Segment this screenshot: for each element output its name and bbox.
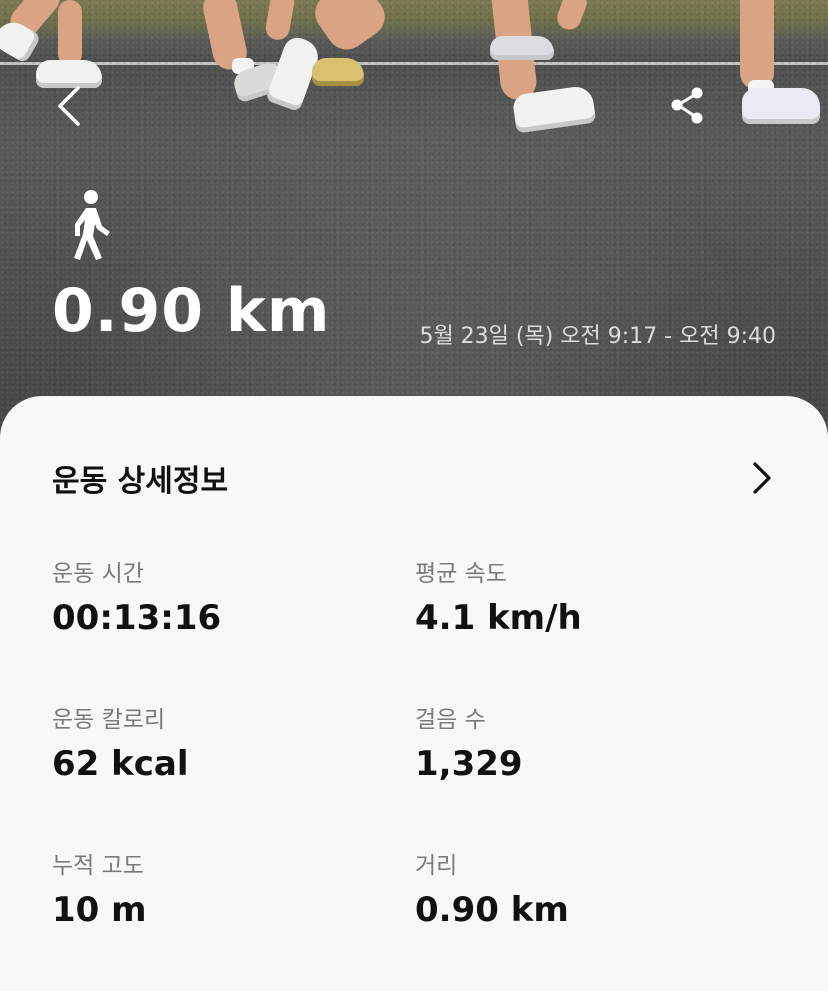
chevron-left-icon [58,86,80,126]
stat-label: 누적 고도 [52,853,144,879]
stat-label: 운동 칼로리 [52,707,166,733]
chevron-right-icon [753,462,771,494]
stat-average-speed: 평균 속도 4.1 km/h [415,558,755,638]
stat-steps: 걸음 수 1,329 [415,704,755,784]
stat-value: 0.90 km [415,890,569,930]
share-icon [671,87,703,124]
stat-exercise-time: 운동 시간 00:13:16 [52,558,392,638]
stat-value: 10 m [52,890,147,930]
workout-details-header[interactable]: 운동 상세정보 [0,448,828,504]
stat-value: 00:13:16 [52,598,222,638]
back-button[interactable] [48,80,92,132]
workout-detail-screen: 0.90 km 5월 23일 (목) 오전 9:17 - 오전 9:40 운동 … [0,0,828,991]
stat-distance: 거리 0.90 km [415,850,755,930]
workout-details-title: 운동 상세정보 [52,464,229,499]
workout-details-more-button[interactable] [744,458,778,498]
stat-label: 걸음 수 [415,707,486,733]
workout-details-card: 운동 상세정보 운동 시간 00:13:16 평균 속도 4.1 km/h 운동… [0,396,828,991]
workout-date-range: 5월 23일 (목) 오전 9:17 - 오전 9:40 [419,324,776,349]
total-distance: 0.90 km [52,276,331,346]
stat-elevation-gain: 누적 고도 10 m [52,850,392,930]
stat-label: 거리 [415,853,458,879]
stat-calories: 운동 칼로리 62 kcal [52,704,392,784]
stat-value: 4.1 km/h [415,598,582,638]
hero-photo: 0.90 km 5월 23일 (목) 오전 9:17 - 오전 9:40 [0,0,828,440]
stat-label: 평균 속도 [415,561,507,587]
share-button[interactable] [666,84,710,128]
stat-value: 62 kcal [52,744,189,784]
walking-person-icon [66,188,116,262]
stat-value: 1,329 [415,744,523,784]
stat-label: 운동 시간 [52,561,144,587]
